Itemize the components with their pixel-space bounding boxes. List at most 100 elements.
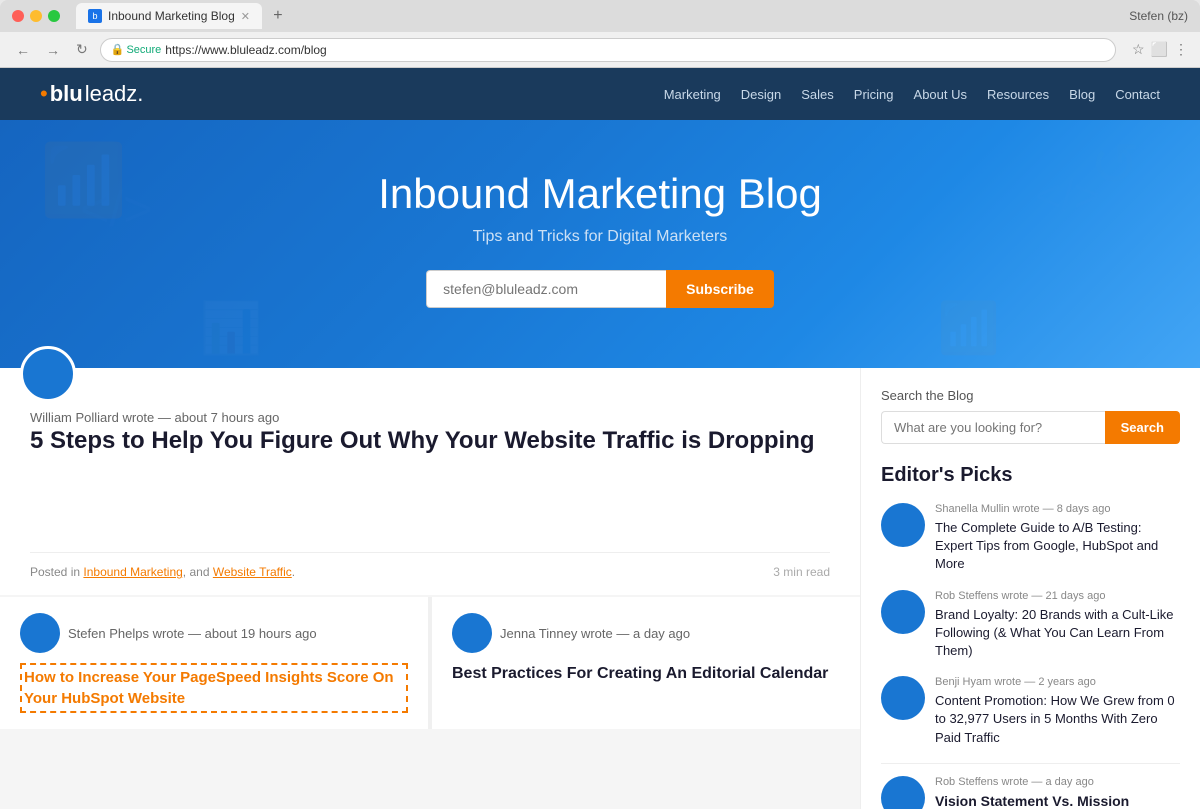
post-card-0: Stefen Phelps wrote — about 19 hours ago… bbox=[0, 597, 428, 729]
nav-pricing[interactable]: Pricing bbox=[854, 87, 894, 102]
pick-0-title[interactable]: The Complete Guide to A/B Testing: Exper… bbox=[935, 519, 1180, 574]
menu-icon[interactable]: ⋮ bbox=[1174, 41, 1188, 58]
nav-resources[interactable]: Resources bbox=[987, 87, 1049, 102]
editors-picks: Editor's Picks Shanella Mullin wrote — 8… bbox=[881, 464, 1180, 809]
main-content: William Polliard wrote — about 7 hours a… bbox=[0, 368, 1200, 809]
forward-button[interactable]: → bbox=[42, 40, 64, 60]
nav-blog[interactable]: Blog bbox=[1069, 87, 1095, 102]
search-input[interactable] bbox=[881, 411, 1105, 444]
post-0-author-info: Stefen Phelps wrote — about 19 hours ago bbox=[68, 626, 317, 641]
pick-item-2: Benji Hyam wrote — 2 years ago Content P… bbox=[881, 676, 1180, 747]
logo-leadz: leadz. bbox=[85, 81, 144, 107]
post-1-author-info: Jenna Tinney wrote — a day ago bbox=[500, 626, 690, 641]
tag-inbound-marketing[interactable]: Inbound Marketing bbox=[83, 565, 182, 579]
post-1-author-row: Jenna Tinney wrote — a day ago bbox=[452, 613, 840, 653]
search-section: Search the Blog Search bbox=[881, 388, 1180, 444]
small-posts-row: Stefen Phelps wrote — about 19 hours ago… bbox=[0, 597, 860, 729]
nav-contact[interactable]: Contact bbox=[1115, 87, 1160, 102]
pick-1-author: Rob Steffens wrote — 21 days ago bbox=[935, 590, 1180, 602]
tag-website-traffic[interactable]: Website Traffic bbox=[213, 565, 292, 579]
address-bar[interactable]: 🔒 Secure https://www.bluleadz.com/blog bbox=[100, 38, 1116, 62]
post-0-time: about 19 hours ago bbox=[205, 626, 317, 641]
editors-picks-title: Editor's Picks bbox=[881, 464, 1180, 487]
maximize-button[interactable] bbox=[48, 10, 60, 22]
posted-prefix: Posted in bbox=[30, 565, 80, 579]
post-1-time: a day ago bbox=[633, 626, 690, 641]
pick-1-title[interactable]: Brand Loyalty: 20 Brands with a Cult-Lik… bbox=[935, 606, 1180, 661]
hero-subscribe-form: Subscribe bbox=[426, 270, 774, 308]
nav-design[interactable]: Design bbox=[741, 87, 781, 102]
pick-2-author: Benji Hyam wrote — 2 years ago bbox=[935, 676, 1180, 688]
hero-title: Inbound Marketing Blog bbox=[378, 170, 822, 218]
hero-email-input[interactable] bbox=[426, 270, 666, 308]
toolbar-icons: ☆ ⬜ ⋮ bbox=[1132, 41, 1188, 58]
post-card-1: Jenna Tinney wrote — a day ago Best Prac… bbox=[430, 597, 860, 729]
featured-author-avatar bbox=[20, 346, 76, 402]
browser-titlebar: b Inbound Marketing Blog ✕ + Stefen (bz) bbox=[0, 0, 1200, 32]
post-2-content: Rob Steffens wrote — a day ago Vision St… bbox=[935, 776, 1180, 809]
search-button[interactable]: Search bbox=[1105, 411, 1180, 444]
post-1-wrote: wrote — bbox=[581, 626, 629, 641]
reload-button[interactable]: ↻ bbox=[72, 39, 92, 60]
nav-marketing[interactable]: Marketing bbox=[664, 87, 721, 102]
pick-2-content: Benji Hyam wrote — 2 years ago Content P… bbox=[935, 676, 1180, 747]
logo-blu: blu bbox=[50, 81, 83, 107]
post-content-placeholder bbox=[30, 472, 830, 532]
close-button[interactable] bbox=[12, 10, 24, 22]
browser-toolbar: ← → ↻ 🔒 Secure https://www.bluleadz.com/… bbox=[0, 32, 1200, 68]
post-1-avatar bbox=[452, 613, 492, 653]
new-tab-button[interactable]: + bbox=[266, 4, 290, 28]
post-0-wrote: wrote — bbox=[153, 626, 201, 641]
tab-close-icon[interactable]: ✕ bbox=[241, 10, 250, 23]
address-text: https://www.bluleadz.com/blog bbox=[165, 43, 326, 57]
hero-subscribe-button[interactable]: Subscribe bbox=[666, 270, 774, 308]
post-tags: Posted in Inbound Marketing, and Website… bbox=[30, 565, 295, 579]
sidebar: Search the Blog Search Editor's Picks Sh… bbox=[860, 368, 1200, 809]
logo[interactable]: • blu leadz. bbox=[40, 81, 143, 107]
post-0-author-row: Stefen Phelps wrote — about 19 hours ago bbox=[20, 613, 408, 653]
pick-0-avatar bbox=[881, 503, 925, 547]
back-button[interactable]: ← bbox=[12, 40, 34, 60]
post-1-title[interactable]: Best Practices For Creating An Editorial… bbox=[452, 663, 840, 685]
hero-section: 📶 </> ↺ </> 📊 📶 Inbound Marketing Blog T… bbox=[0, 120, 1200, 368]
site-nav: • blu leadz. Marketing Design Sales Pric… bbox=[0, 68, 1200, 120]
featured-post: William Polliard wrote — about 7 hours a… bbox=[0, 368, 860, 595]
read-time: 3 min read bbox=[773, 565, 830, 579]
post-2-avatar bbox=[881, 776, 925, 809]
active-tab[interactable]: b Inbound Marketing Blog ✕ bbox=[76, 3, 262, 29]
tab-title: Inbound Marketing Blog bbox=[108, 9, 235, 23]
pick-2-title[interactable]: Content Promotion: How We Grew from 0 to… bbox=[935, 692, 1180, 747]
tab-favicon: b bbox=[88, 9, 102, 23]
featured-post-title-link[interactable]: 5 Steps to Help You Figure Out Why Your … bbox=[30, 427, 815, 454]
tab-bar: b Inbound Marketing Blog ✕ + bbox=[76, 3, 1121, 29]
logo-bullet: • bbox=[40, 81, 48, 107]
post-2-title[interactable]: Vision Statement Vs. Mission Statement: … bbox=[935, 792, 1180, 809]
window-icon[interactable]: ⬜ bbox=[1151, 41, 1168, 58]
pick-0-author: Shanella Mullin wrote — 8 days ago bbox=[935, 503, 1180, 515]
pick-2-avatar bbox=[881, 676, 925, 720]
user-badge: Stefen (bz) bbox=[1129, 9, 1188, 23]
browser-chrome: b Inbound Marketing Blog ✕ + Stefen (bz)… bbox=[0, 0, 1200, 68]
featured-author-name: William Polliard bbox=[30, 410, 119, 425]
pick-0-content: Shanella Mullin wrote — 8 days ago The C… bbox=[935, 503, 1180, 574]
featured-post-time: about 7 hours ago bbox=[175, 410, 280, 425]
nav-links: Marketing Design Sales Pricing About Us … bbox=[664, 87, 1160, 102]
pick-item-0: Shanella Mullin wrote — 8 days ago The C… bbox=[881, 503, 1180, 574]
minimize-button[interactable] bbox=[30, 10, 42, 22]
star-icon[interactable]: ☆ bbox=[1132, 41, 1145, 58]
nav-sales[interactable]: Sales bbox=[801, 87, 834, 102]
pick-item-1: Rob Steffens wrote — 21 days ago Brand L… bbox=[881, 590, 1180, 661]
nav-about[interactable]: About Us bbox=[914, 87, 967, 102]
search-label: Search the Blog bbox=[881, 388, 1180, 403]
posts-column: William Polliard wrote — about 7 hours a… bbox=[0, 368, 860, 809]
post-0-avatar bbox=[20, 613, 60, 653]
post-card-2-sidebar: Rob Steffens wrote — a day ago Vision St… bbox=[881, 763, 1180, 809]
post-0-title[interactable]: How to Increase Your PageSpeed Insights … bbox=[20, 663, 408, 713]
pick-1-avatar bbox=[881, 590, 925, 634]
traffic-lights bbox=[12, 10, 60, 22]
pick-1-content: Rob Steffens wrote — 21 days ago Brand L… bbox=[935, 590, 1180, 661]
featured-author-info: William Polliard wrote — about 7 hours a… bbox=[30, 410, 830, 425]
post-1-author-name: Jenna Tinney bbox=[500, 626, 577, 641]
website-content: • blu leadz. Marketing Design Sales Pric… bbox=[0, 68, 1200, 809]
secure-badge: 🔒 Secure bbox=[111, 43, 162, 56]
